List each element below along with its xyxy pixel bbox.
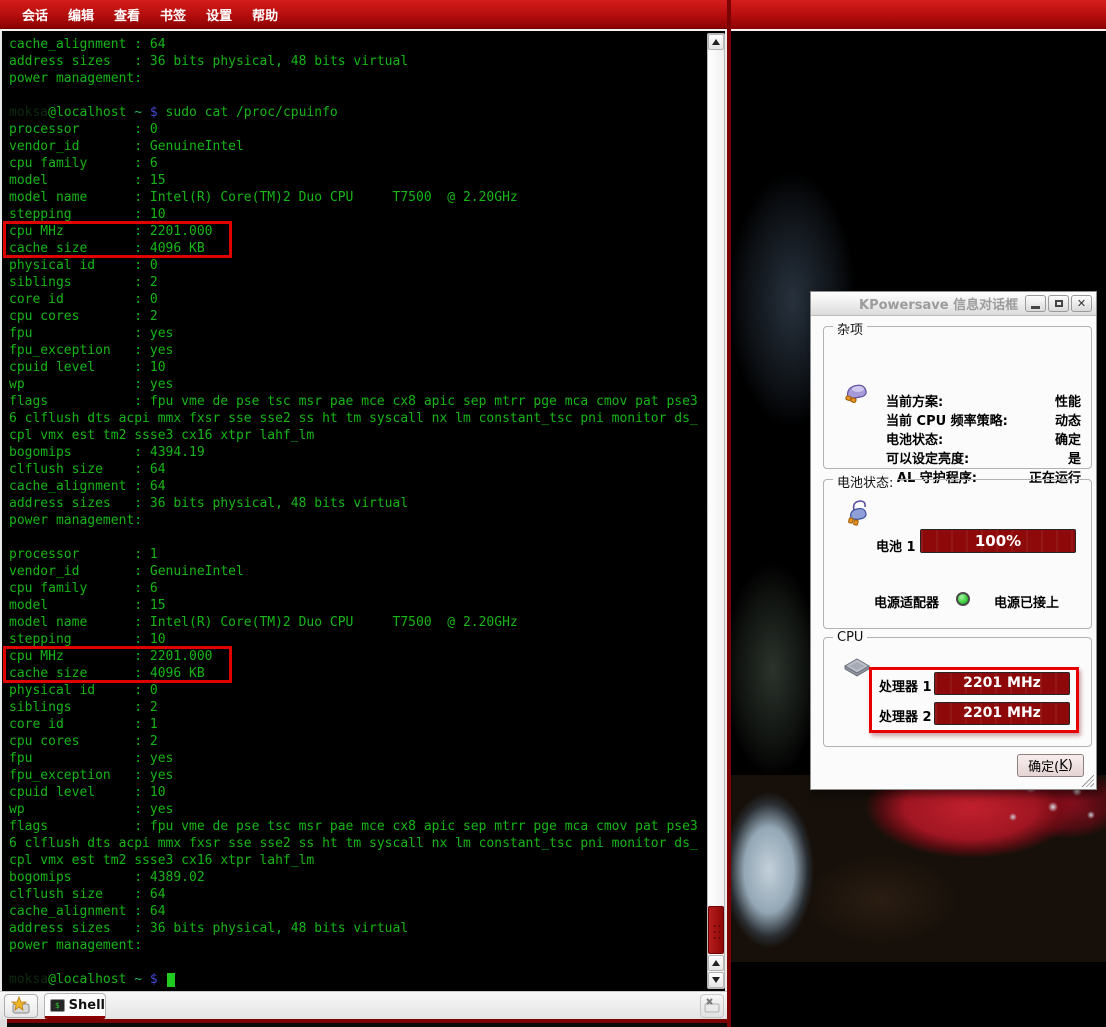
new-session-button[interactable] [4,994,38,1018]
window-controls: ✕ [1025,295,1092,312]
terminal-scrollbar[interactable] [707,33,725,989]
desktop: 会话 编辑 查看 书签 设置 帮助 cache_alignment : 64ad… [0,0,1106,1027]
dialog-title: KPowersave 信息对话框 [859,294,1018,313]
battery-groupbox: 电池状态: 电池 1 100% 电源适配器 电源已接上 [823,479,1092,629]
menu-settings[interactable]: 设置 [206,5,232,24]
cpu-legend: CPU [833,630,867,645]
maximize-button[interactable] [1048,295,1069,312]
cpu-chip-icon [842,656,872,680]
new-session-icon [5,995,37,1017]
scroll-down-button[interactable] [708,972,724,988]
ok-button-accel: K [1059,758,1068,773]
arrow-down-icon [712,977,720,983]
konsole-window: 会话 编辑 查看 书签 设置 帮助 cache_alignment : 64ad… [0,0,729,1027]
kpowersave-dialog: KPowersave 信息对话框 ✕ 杂项 当前方案: 性能 [810,291,1097,790]
info-value: 是 [1068,448,1081,467]
info-value: 动态 [1055,410,1081,429]
menu-bookmarks[interactable]: 书签 [160,5,186,24]
tab-shell[interactable]: $ Shell [44,993,106,1019]
info-value: 性能 [1055,391,1081,410]
ok-button-label: 确定( [1028,756,1059,775]
minimize-button[interactable] [1025,295,1046,312]
annotation-highlight-cpu0 [3,221,232,258]
battery-legend: 电池状态: [833,472,897,491]
window-bottom-border [0,1019,729,1023]
menu-session[interactable]: 会话 [22,5,48,24]
close-session-icon [701,995,723,1017]
background-frame-line [731,29,1106,31]
close-button[interactable]: ✕ [1071,295,1092,312]
konsole-menubar: 会话 编辑 查看 书签 设置 帮助 [0,0,729,29]
info-label: 当前 CPU 频率策略: [886,410,1008,429]
minimize-icon [1031,306,1040,309]
scrollbar-thumb[interactable] [708,906,724,954]
annotation-highlight-cpu-bars [869,667,1079,733]
arrow-up-icon [712,960,720,966]
video-scene [731,775,1106,962]
shell-tab-label: Shell [69,998,105,1013]
info-label: 可以设定亮度: [886,448,969,467]
power-plug-icon [844,498,872,528]
dialog-titlebar[interactable]: KPowersave 信息对话框 ✕ [811,292,1096,316]
ok-button[interactable]: 确定(K) [1017,754,1084,777]
battery-1-label: 电池 1 [876,536,916,555]
info-row-battery-state: 电池状态: 确定 [886,429,1081,448]
info-label: 电池状态: [886,429,943,448]
info-row-cpu-policy: 当前 CPU 频率策略: 动态 [886,410,1081,429]
info-row-scheme: 当前方案: 性能 [886,391,1081,410]
konsole-tabbar: $ Shell [0,991,729,1019]
misc-legend: 杂项 [833,319,867,338]
misc-groupbox: 杂项 当前方案: 性能 当前 CPU 频率策略: 动态 电池状态: 确定 [823,326,1092,469]
maximize-icon [1055,300,1063,307]
shell-terminal-icon: $ [50,999,65,1012]
menu-help[interactable]: 帮助 [252,5,278,24]
window-corner [0,1019,7,1027]
scroll-up-button-bottom[interactable] [708,955,724,971]
ok-button-label-end: ) [1068,758,1073,773]
kpowersave-plug-icon [842,379,870,407]
info-value: 确定 [1055,429,1081,448]
terminal-view[interactable]: cache_alignment : 64address sizes : 36 b… [0,31,729,991]
scrollbar-grip-icon [712,923,722,939]
menu-view[interactable]: 查看 [114,5,140,24]
ac-adapter-label: 电源适配器 [874,592,939,611]
close-icon: ✕ [1077,298,1086,309]
misc-info-list: 当前方案: 性能 当前 CPU 频率策略: 动态 电池状态: 确定 可以设定亮度… [886,391,1081,486]
battery-progress-bar: 100% [920,529,1076,553]
arrow-up-icon [712,39,720,45]
annotation-highlight-cpu1 [3,646,232,683]
background-titlebar [731,0,1106,29]
menu-edit[interactable]: 编辑 [68,5,94,24]
close-session-button[interactable] [700,994,724,1018]
info-label: 当前方案: [886,391,943,410]
ac-adapter-status: 电源已接上 [994,592,1059,611]
terminal-output[interactable]: cache_alignment : 64address sizes : 36 b… [9,36,698,988]
scroll-up-button[interactable] [708,34,724,50]
ac-adapter-led-icon [956,592,970,606]
info-row-brightness: 可以设定亮度: 是 [886,448,1081,467]
